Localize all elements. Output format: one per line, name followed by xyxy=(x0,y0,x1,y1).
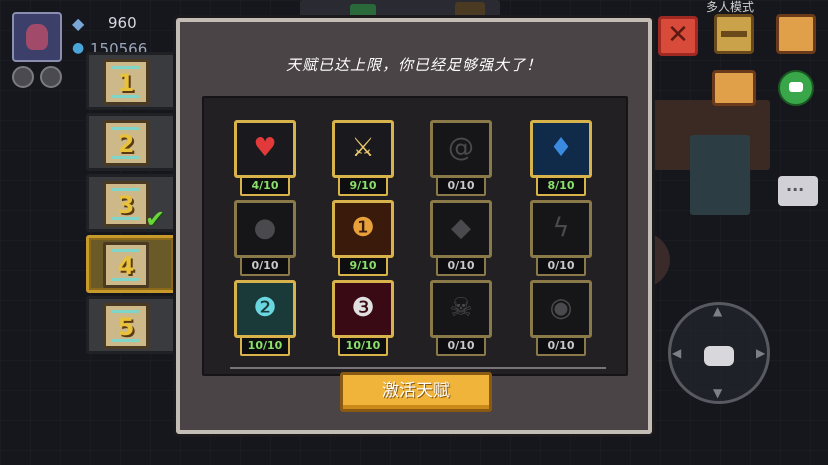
scroll-icon: 2 xyxy=(103,120,149,166)
talent-slot[interactable]: ♦ 8/10 xyxy=(530,120,592,200)
joystick-left-arrow-icon: ◀ xyxy=(672,346,682,360)
talent-level: 0/10 xyxy=(536,256,586,276)
tab-number: 5 xyxy=(117,313,135,341)
talent-level: 10/10 xyxy=(240,336,290,356)
talent-page-tab-2[interactable]: 2 xyxy=(86,113,176,171)
shop-button[interactable] xyxy=(776,14,816,54)
activate-talent-button[interactable]: 激活天赋 xyxy=(340,372,492,412)
scroll-icon: 3 xyxy=(103,181,149,227)
sword-icon: ⚔ xyxy=(332,120,394,178)
talent-slot[interactable]: ❶ 9/10 xyxy=(332,200,394,280)
talent-level: 4/10 xyxy=(240,176,290,196)
joystick-right-arrow-icon: ▶ xyxy=(756,346,766,360)
talent-slot[interactable]: ● 0/10 xyxy=(234,200,296,280)
lightning-icon: ϟ xyxy=(530,200,592,258)
talent-slot[interactable]: ◆ 0/10 xyxy=(430,200,492,280)
close-button[interactable]: ✕ xyxy=(658,16,698,56)
tab-number: 1 xyxy=(117,69,135,97)
coin-icon: ● xyxy=(72,40,85,56)
talent-level: 8/10 xyxy=(536,176,586,196)
skull-icon: ☠ xyxy=(430,280,492,338)
talent-level: 9/10 xyxy=(338,176,388,196)
talent-level: 10/10 xyxy=(338,336,388,356)
swirl-icon: @ xyxy=(430,120,492,178)
scroll-icon: 5 xyxy=(103,303,149,349)
tab-number: 4 xyxy=(117,252,135,280)
talent-level: 0/10 xyxy=(536,336,586,356)
heart-icon: ♥ xyxy=(234,120,296,178)
pet-button[interactable] xyxy=(712,70,756,106)
background-prop xyxy=(350,4,376,18)
chest-button[interactable] xyxy=(714,14,754,54)
talent-slot[interactable]: ⚔ 9/10 xyxy=(332,120,394,200)
talent-page-tab-3[interactable]: 3 ✔ xyxy=(86,174,176,233)
gem-icon: ◆ xyxy=(72,14,85,33)
talent-level: 0/10 xyxy=(436,176,486,196)
tab-number: 3 xyxy=(117,191,135,219)
shield-icon: ◆ xyxy=(430,200,492,258)
magnifier-3-icon: ❸ xyxy=(332,280,394,338)
dialog-title: 天赋已达上限，你已经足够强大了！ xyxy=(285,56,542,74)
tab-number: 2 xyxy=(117,130,135,158)
check-icon: ✔ xyxy=(145,205,166,233)
talent-slot[interactable]: ◉ 0/10 xyxy=(530,280,592,360)
joystick-up-arrow-icon: ▲ xyxy=(713,304,723,318)
gem-count: 960 xyxy=(108,14,137,32)
talent-grid: ♥ 4/10 ⚔ 9/10 @ 0/10 ♦ 8/10 ● 0/10 ❶ 9/1… xyxy=(202,96,628,376)
joystick-down-arrow-icon: ▼ xyxy=(713,386,723,400)
scroll-icon: 1 xyxy=(103,59,149,105)
chat-button[interactable] xyxy=(778,176,818,206)
voice-chat-button[interactable] xyxy=(778,70,814,106)
talent-page-tab-5[interactable]: 5 xyxy=(86,296,176,354)
eye-icon: ◉ xyxy=(530,280,592,338)
talent-slot[interactable]: ϟ 0/10 xyxy=(530,200,592,280)
talent-slot[interactable]: ❸ 10/10 xyxy=(332,280,394,360)
joystick-chat-knob[interactable] xyxy=(704,346,734,366)
talent-level: 0/10 xyxy=(436,256,486,276)
blue-flame-icon: ♦ xyxy=(530,120,592,178)
talent-level: 0/10 xyxy=(240,256,290,276)
talent-slot[interactable]: ☠ 0/10 xyxy=(430,280,492,360)
magnifier-2-icon: ❷ xyxy=(234,280,296,338)
scroll-icon: 4 xyxy=(103,242,149,288)
talent-dialog: 天赋已达上限，你已经足够强大了！ ♥ 4/10 ⚔ 9/10 @ 0/10 ♦ … xyxy=(176,18,652,434)
talent-page-tab-1[interactable]: 1 xyxy=(86,52,176,110)
magnifier-1-icon: ❶ xyxy=(332,200,394,258)
background-prop xyxy=(690,135,750,215)
talent-slot[interactable]: @ 0/10 xyxy=(430,120,492,200)
buff-icon xyxy=(40,66,62,88)
talent-slot[interactable]: ♥ 4/10 xyxy=(234,120,296,200)
talent-level: 9/10 xyxy=(338,256,388,276)
buff-icon xyxy=(12,66,34,88)
divider xyxy=(230,367,606,369)
talent-page-tab-4[interactable]: 4 xyxy=(86,235,176,293)
talent-slot[interactable]: ❷ 10/10 xyxy=(234,280,296,360)
multiplayer-mode-label: 多人模式 xyxy=(706,0,755,14)
bomb-icon: ● xyxy=(234,200,296,258)
player-avatar[interactable] xyxy=(12,12,62,62)
talent-level: 0/10 xyxy=(436,336,486,356)
